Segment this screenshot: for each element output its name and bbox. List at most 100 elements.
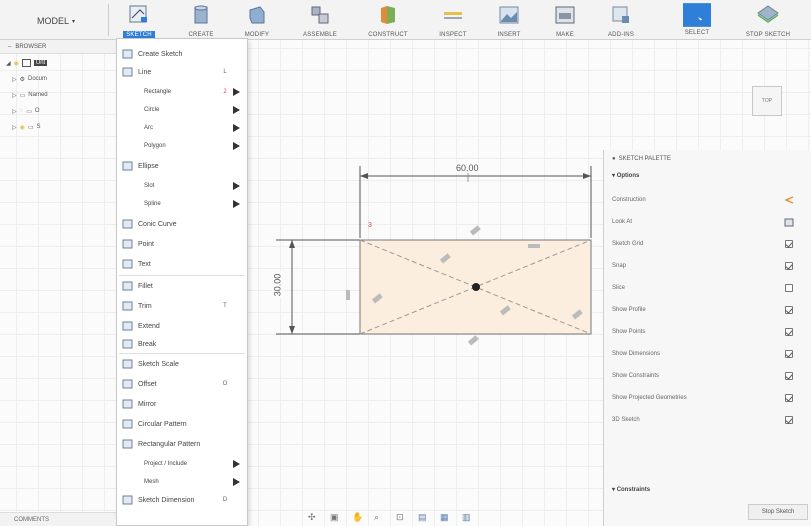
tool-modify[interactable]: MODIFY <box>232 2 282 40</box>
expand-triangle-icon[interactable]: ◢ <box>6 60 11 67</box>
menu-item-polygon[interactable]: Polygon <box>117 137 247 155</box>
palette-option-look-at[interactable]: Look At <box>608 212 804 232</box>
lightbulb-icon[interactable]: ◉ <box>14 60 19 67</box>
browser-header[interactable]: – BROWSER <box>0 40 116 54</box>
palette-option-label: Show Points <box>612 329 646 335</box>
checkbox[interactable] <box>774 284 804 292</box>
lightbulb-icon[interactable]: ◉ <box>20 124 25 131</box>
tool-construct[interactable]: CONSTRUCT <box>356 2 420 40</box>
palette-option-snap[interactable]: Snap <box>608 256 804 276</box>
viewcube[interactable]: TOP <box>752 86 782 116</box>
look-at-icon[interactable]: ▣ <box>330 512 340 522</box>
extend-icon <box>120 320 134 332</box>
checkbox[interactable] <box>774 394 804 402</box>
expand-icon[interactable]: ▷ <box>12 108 17 115</box>
constraints-header[interactable]: ▾ Constraints <box>612 486 650 493</box>
menu-item-conic-curve[interactable]: Conic Curve <box>117 215 247 233</box>
tree-item-origin[interactable]: ▷ ◌ ▭ O <box>12 104 40 118</box>
expand-icon[interactable]: ▷ <box>12 76 17 83</box>
palette-option-show-projected-geometries[interactable]: Show Projected Geometries <box>608 388 804 408</box>
zoom-icon[interactable]: ⌕ <box>374 512 384 522</box>
tool-create[interactable]: CREATE <box>176 2 226 40</box>
options-header[interactable]: ▾ Options <box>612 172 639 179</box>
toolbar-separator <box>108 4 109 36</box>
tool-select[interactable]: SELECT <box>672 2 722 40</box>
viewport-icon[interactable]: ▥ <box>462 512 472 522</box>
palette-option-construction[interactable]: Construction <box>608 190 804 210</box>
checkbox[interactable] <box>774 350 804 358</box>
dimension-horizontal[interactable]: 60.00 <box>454 163 481 173</box>
workspace-model-button[interactable]: MODEL ▾ <box>16 8 96 34</box>
tree-label: Docum <box>28 76 48 82</box>
palette-option-show-dimensions[interactable]: Show Dimensions <box>608 344 804 364</box>
circular-pattern-icon <box>120 418 134 430</box>
menu-item-offset[interactable]: Offset O <box>117 375 247 393</box>
checkbox[interactable] <box>774 416 804 424</box>
zoom-window-icon[interactable]: ⊡ <box>396 512 406 522</box>
tree-root[interactable]: ◢ ◉ Unt <box>6 56 48 70</box>
lightbulb-icon[interactable]: ◌ <box>20 108 24 114</box>
dimension-vertical[interactable]: 30.00 <box>272 271 283 299</box>
palette-option-show-constraints[interactable]: Show Constraints <box>608 366 804 386</box>
tool-make[interactable]: MAKE <box>540 2 590 40</box>
menu-item-sketch-dimension[interactable]: Sketch Dimension D <box>117 491 247 509</box>
tool-inspect[interactable]: INSPECT <box>428 2 478 40</box>
menu-item-trim[interactable]: Trim T <box>117 297 247 315</box>
constraint-glyph-horizontal[interactable] <box>528 244 540 248</box>
tool-sketch[interactable]: SKETCH <box>114 2 164 40</box>
tool-insert[interactable]: INSERT <box>484 2 534 40</box>
menu-item-line[interactable]: Line L <box>117 63 247 81</box>
orbit-icon[interactable]: ✣ <box>308 512 318 522</box>
menu-item-circular-pattern[interactable]: Circular Pattern <box>117 415 247 433</box>
menu-item-rectangle[interactable]: Rectangle 2 <box>117 83 247 101</box>
expand-icon[interactable]: ▷ <box>12 124 17 131</box>
constraint-glyph-vertical[interactable] <box>346 290 350 300</box>
menu-item-mirror[interactable]: Mirror <box>117 395 247 413</box>
grid-settings-icon[interactable]: ▦ <box>440 512 450 522</box>
menu-item-rectangular-pattern[interactable]: Rectangular Pattern <box>117 435 247 453</box>
checkbox[interactable] <box>774 372 804 380</box>
menu-item-ellipse[interactable]: Ellipse <box>117 157 247 175</box>
menu-item-circle[interactable]: Circle <box>117 101 247 119</box>
expand-icon[interactable]: ▷ <box>12 92 17 99</box>
tree-item-document-settings[interactable]: ▷ ⚙ Docum <box>12 72 47 86</box>
menu-item-project-include[interactable]: Project / Include <box>117 455 247 473</box>
tool-assemble[interactable]: ASSEMBLE <box>290 2 350 40</box>
pan-icon[interactable]: ✋ <box>352 512 363 522</box>
menu-item-extend[interactable]: Extend <box>117 317 247 335</box>
checkbox[interactable] <box>774 240 804 248</box>
menu-item-arc[interactable]: Arc <box>117 119 247 137</box>
menu-item-sketch-scale[interactable]: Sketch Scale <box>117 355 247 373</box>
tree-item-sketches[interactable]: ▷ ◉ ▭ S <box>12 120 41 134</box>
collapse-icon[interactable]: – <box>8 44 11 50</box>
stop-sketch-button[interactable]: Stop Sketch <box>748 504 808 520</box>
menu-item-mesh[interactable]: Mesh <box>117 473 247 491</box>
display-settings-icon[interactable]: ▤ <box>418 512 428 522</box>
menu-item-slot[interactable]: Slot <box>117 177 247 195</box>
palette-header[interactable]: ● SKETCH PALETTE <box>604 150 811 168</box>
constraint-glyph-top[interactable] <box>469 225 481 236</box>
tool-addins[interactable]: ADD-INS <box>596 2 646 40</box>
tool-stop-sketch[interactable]: STOP SKETCH <box>730 2 806 40</box>
look-at-icon[interactable] <box>774 218 804 227</box>
constraint-glyph-bottom[interactable] <box>467 335 479 346</box>
checkbox[interactable] <box>774 262 804 270</box>
checkbox[interactable] <box>774 306 804 314</box>
menu-item-text[interactable]: Text <box>117 255 247 273</box>
palette-option-show-profile[interactable]: Show Profile <box>608 300 804 320</box>
menu-item-create-sketch[interactable]: Create Sketch <box>117 45 247 63</box>
menu-item-point[interactable]: Point <box>117 235 247 253</box>
palette-option-3d-sketch[interactable]: 3D Sketch <box>608 410 804 430</box>
center-point[interactable] <box>472 283 480 291</box>
construction-icon[interactable] <box>774 196 804 204</box>
checkbox[interactable] <box>774 328 804 336</box>
menu-item-fillet[interactable]: Fillet <box>117 277 247 295</box>
comments-bar[interactable]: COMMENTS <box>0 512 116 526</box>
menu-item-break[interactable]: Break <box>117 335 247 353</box>
trim-icon <box>120 300 134 312</box>
palette-option-sketch-grid[interactable]: Sketch Grid <box>608 234 804 254</box>
palette-option-slice[interactable]: Slice <box>608 278 804 298</box>
tree-item-named-views[interactable]: ▷ ▭ Named <box>12 88 48 102</box>
palette-option-show-points[interactable]: Show Points <box>608 322 804 342</box>
menu-item-spline[interactable]: Spline <box>117 195 247 213</box>
